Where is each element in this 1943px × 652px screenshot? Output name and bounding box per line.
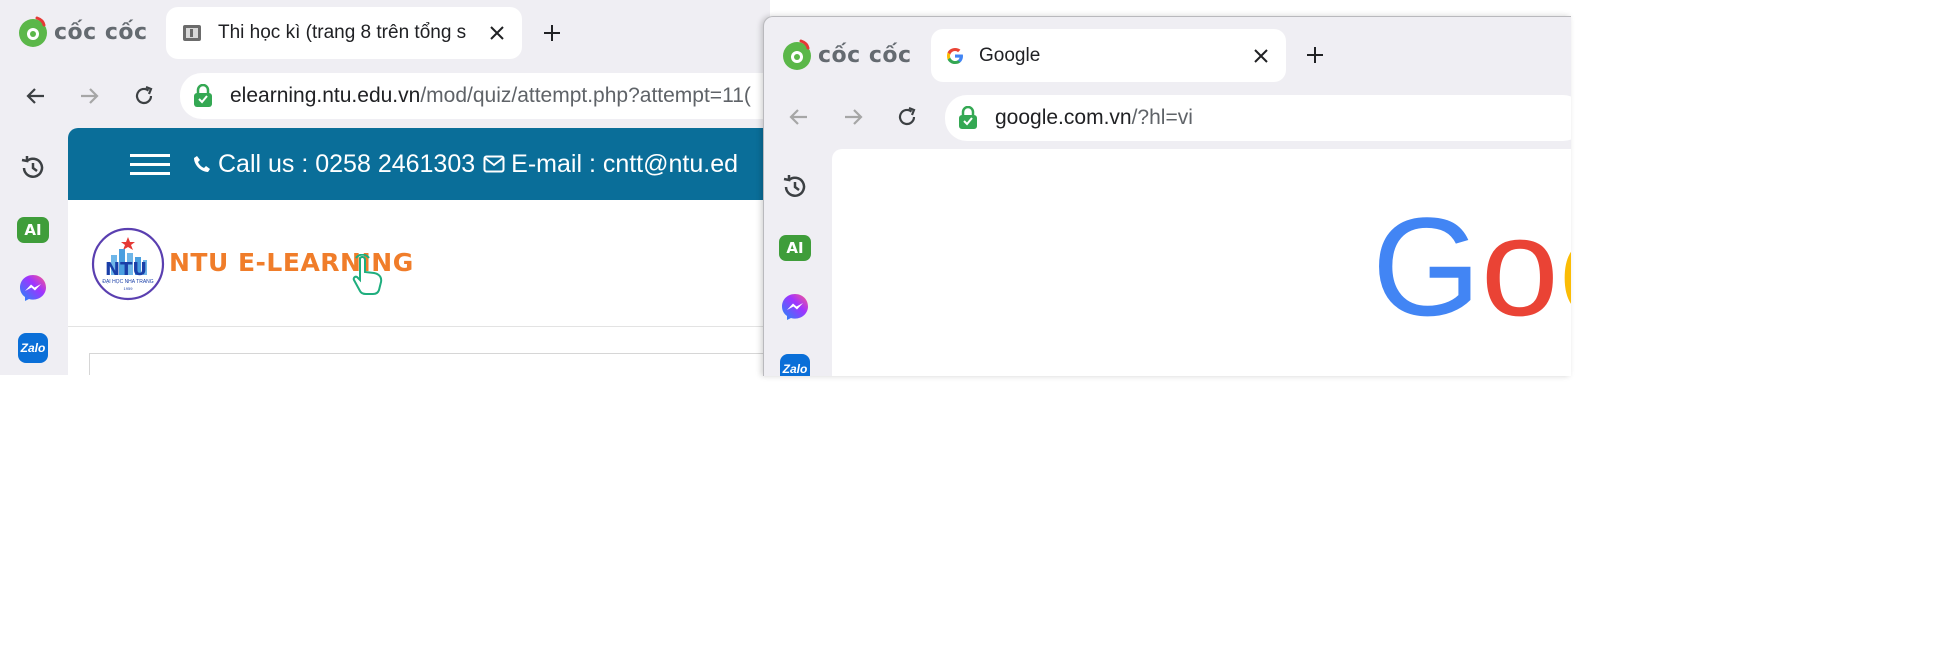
- coccoc-brand-text: cốc cốc: [818, 42, 912, 68]
- ai-assistant-icon[interactable]: AI: [777, 230, 813, 266]
- new-tab-button[interactable]: [1301, 41, 1329, 69]
- ntu-logo-initials: NTU: [105, 259, 147, 280]
- call-us-link[interactable]: Call us : 0258 2461303: [192, 150, 475, 179]
- hamburger-menu-icon[interactable]: [130, 153, 170, 175]
- ai-badge: AI: [779, 235, 811, 261]
- browser-window-google: cốc cốc Google google.com.vn/?hl=vi AI Z…: [763, 16, 1571, 376]
- address-bar[interactable]: elearning.ntu.edu.vn/mod/quiz/attempt.ph…: [180, 73, 770, 119]
- site-header-bar: Call us : 0258 2461303 E-mail : cntt@ntu…: [68, 128, 770, 200]
- address-bar[interactable]: google.com.vn/?hl=vi: [945, 95, 1571, 141]
- forward-button[interactable]: [71, 78, 107, 114]
- page-content-google: Goo: [832, 149, 1571, 376]
- forward-button[interactable]: [835, 99, 871, 135]
- coccoc-brand[interactable]: cốc cốc: [17, 16, 148, 48]
- page-content-elearning: Call us : 0258 2461303 E-mail : cntt@ntu…: [68, 128, 770, 375]
- url-path: /?hl=vi: [1131, 106, 1193, 129]
- reload-button[interactable]: [126, 78, 162, 114]
- url-domain: google.com.vn: [995, 106, 1132, 129]
- close-tab-icon[interactable]: [486, 22, 508, 44]
- ntu-logo[interactable]: NTU ĐẠI HỌC NHA TRANG 1959: [91, 227, 165, 306]
- email-text: E-mail : cntt@ntu.ed: [511, 149, 739, 178]
- google-logo-letter-g: G: [1372, 188, 1481, 345]
- header-divider: [68, 326, 770, 327]
- messenger-icon[interactable]: [15, 270, 51, 306]
- tab-google[interactable]: Google: [931, 29, 1286, 82]
- browser-window-elearning: cốc cốc Thi học kì (trang 8 trên tổng s: [0, 0, 770, 375]
- zalo-badge: Zalo: [18, 333, 48, 363]
- arrow-right-icon: [81, 88, 99, 104]
- history-icon[interactable]: [777, 169, 813, 205]
- google-logo-letter-o2: o: [1559, 188, 1571, 345]
- new-tab-button[interactable]: [538, 19, 566, 47]
- ai-assistant-icon[interactable]: AI: [15, 212, 51, 248]
- ai-badge: AI: [17, 217, 49, 243]
- reload-button[interactable]: [889, 99, 925, 135]
- google-logo: Goo: [1372, 197, 1571, 337]
- reload-icon: [135, 85, 153, 105]
- secure-lock-icon: [957, 106, 981, 130]
- back-button[interactable]: [18, 78, 54, 114]
- url-text: elearning.ntu.edu.vn/mod/quiz/attempt.ph…: [230, 84, 751, 108]
- url-domain: elearning.ntu.edu.vn: [230, 84, 421, 107]
- reload-icon: [898, 106, 916, 126]
- arrow-left-icon: [26, 88, 44, 104]
- messenger-icon[interactable]: [777, 289, 813, 325]
- coccoc-brand-text: cốc cốc: [54, 19, 148, 45]
- arrow-right-icon: [845, 109, 863, 125]
- back-button[interactable]: [781, 99, 817, 135]
- history-icon[interactable]: [15, 150, 51, 186]
- google-favicon-icon: [947, 47, 963, 64]
- ntu-logo-caption: ĐẠI HỌC NHA TRANG: [102, 279, 154, 285]
- tab-title: Thi học kì (trang 8 trên tổng s: [218, 22, 467, 43]
- secure-lock-icon: [192, 84, 216, 108]
- phone-icon: [194, 156, 210, 172]
- coccoc-brand[interactable]: cốc cốc: [781, 39, 912, 71]
- zalo-icon[interactable]: Zalo: [777, 351, 813, 376]
- tab-elearning-quiz[interactable]: Thi học kì (trang 8 trên tổng s: [166, 7, 522, 59]
- close-tab-icon[interactable]: [1250, 45, 1272, 67]
- coccoc-logo-icon: [19, 16, 47, 47]
- google-logo-letter-o1: o: [1480, 188, 1559, 345]
- pointer-hand-icon: [352, 254, 383, 295]
- content-box: [89, 353, 770, 375]
- zalo-icon[interactable]: Zalo: [15, 330, 51, 366]
- tab-title: Google: [979, 44, 1041, 66]
- call-us-text: Call us : 0258 2461303: [218, 149, 476, 178]
- page-favicon-icon: [180, 21, 204, 45]
- coccoc-logo-icon: [783, 39, 811, 70]
- url-text: google.com.vn/?hl=vi: [995, 106, 1193, 130]
- arrow-left-icon: [789, 109, 807, 125]
- plus-icon: [1307, 47, 1323, 63]
- ntu-logo-year: 1959: [123, 286, 133, 291]
- envelope-icon: [483, 155, 505, 173]
- email-link[interactable]: E-mail : cntt@ntu.ed: [483, 150, 738, 179]
- zalo-badge: Zalo: [780, 354, 810, 376]
- url-path: /mod/quiz/attempt.php?attempt=11(: [420, 84, 751, 107]
- plus-icon: [544, 25, 560, 41]
